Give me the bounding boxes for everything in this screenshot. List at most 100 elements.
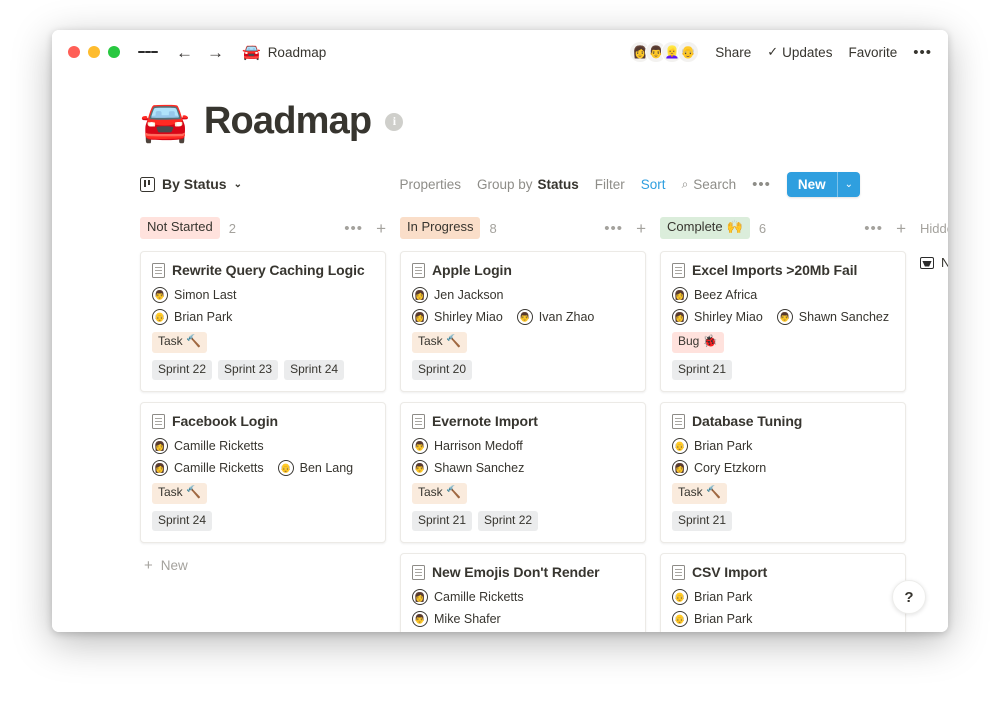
traffic-lights <box>68 46 120 58</box>
column-add-icon[interactable]: + <box>636 220 646 237</box>
card-person-row: 👴Brian Park <box>152 309 374 325</box>
board-card[interactable]: Evernote Import 👨Harrison Medoff 👨 Shawn Sa… <box>400 402 646 543</box>
properties-button[interactable]: Properties <box>399 177 461 192</box>
sort-button[interactable]: Sort <box>641 177 666 192</box>
card-title-text: Excel Imports >20Mb Fail <box>692 262 857 278</box>
hidden-column-label[interactable]: Hidden <box>920 221 948 236</box>
board-card[interactable]: Facebook Login👩Camille Ricketts👩Camille … <box>140 402 386 543</box>
person-chip[interactable]: 👴Brian Park <box>672 438 752 454</box>
column-menu-icon[interactable]: ••• <box>344 221 363 236</box>
updates-button[interactable]: ✓ Updates <box>767 44 832 60</box>
person-chip[interactable]: 👴Brian Park <box>152 309 232 325</box>
sprint-tag[interactable]: Sprint 23 <box>218 360 278 381</box>
minimize-window-button[interactable] <box>88 46 100 58</box>
card-person-row: 👴Brian Park <box>672 589 894 605</box>
status-badge-label: Complete <box>667 219 723 235</box>
person-chip[interactable]: 👩Camille Ricketts <box>152 460 264 476</box>
card-type-tags: Task 🔨 <box>412 483 634 504</box>
person-chip[interactable]: 👩Shirley Miao <box>412 309 503 325</box>
type-tag[interactable]: Task 🔨 <box>152 483 207 504</box>
person-chip[interactable]: 👨Mike Shafer <box>412 611 501 627</box>
person-chip[interactable]: 👩Beez Africa <box>672 287 757 303</box>
add-card-button[interactable]: +New <box>140 553 386 578</box>
person-chip[interactable]: 👩Jen Jackson <box>412 287 503 303</box>
share-button[interactable]: Share <box>715 45 751 60</box>
info-icon[interactable]: i <box>385 113 403 131</box>
person-chip[interactable]: 👴Brian Park <box>672 589 752 605</box>
filter-button[interactable]: Filter <box>595 177 625 192</box>
new-button-chevron-icon[interactable]: ⌄ <box>837 172 860 197</box>
person-chip[interactable]: 👩Shirley Miao <box>672 309 763 325</box>
person-chip[interactable]: 👨Shawn Sanchez <box>777 309 889 325</box>
sprint-tag[interactable]: Sprint 24 <box>152 511 212 532</box>
column-menu-icon[interactable]: ••• <box>604 221 623 236</box>
board-card[interactable]: Database Tuning👴Brian Park👩Cory EtzkornT… <box>660 402 906 543</box>
search-button[interactable]: ⌕ Search <box>682 177 737 192</box>
new-button[interactable]: New ⌄ <box>787 172 860 197</box>
back-arrow-icon[interactable]: ← <box>176 44 193 61</box>
avatar: 👨 <box>412 460 428 476</box>
help-button[interactable]: ? <box>892 580 926 614</box>
sprint-tag[interactable]: Sprint 22 <box>478 511 538 532</box>
person-name: Shirley Miao <box>434 310 503 324</box>
status-badge[interactable]: Complete🙌 <box>660 217 750 238</box>
person-chip[interactable]: 👩Cory Etzkorn <box>672 460 766 476</box>
sprint-tag[interactable]: Sprint 21 <box>412 511 472 532</box>
avatar-group[interactable]: 👩 👨 👱‍♀️ 👴 <box>629 41 699 63</box>
type-tag[interactable]: Task 🔨 <box>412 332 467 353</box>
close-window-button[interactable] <box>68 46 80 58</box>
sprint-tag[interactable]: Sprint 20 <box>412 360 472 381</box>
card-title-text: Evernote Import <box>432 413 538 429</box>
breadcrumb[interactable]: 🚘 Roadmap <box>242 45 326 60</box>
card-title-text: CSV Import <box>692 564 767 580</box>
favorite-button[interactable]: Favorite <box>848 45 897 60</box>
board-card[interactable]: Rewrite Query Caching Logic👨Simon Last👴B… <box>140 251 386 392</box>
sprint-tag[interactable]: Sprint 21 <box>672 360 732 381</box>
more-options-icon[interactable]: ••• <box>913 45 932 60</box>
group-by-button[interactable]: Group by Status <box>477 177 579 192</box>
card-person-row: 👩Shirley Miao 👨Ivan Zhao <box>412 309 634 325</box>
page-icon <box>412 414 425 429</box>
hidden-group-item[interactable]: No Status <box>920 251 948 270</box>
type-tag[interactable]: Task 🔨 <box>152 332 207 353</box>
forward-arrow-icon[interactable]: → <box>207 44 224 61</box>
sprint-tag[interactable]: Sprint 22 <box>152 360 212 381</box>
person-chip[interactable]: 👨 Shawn Sanchez <box>412 460 524 476</box>
status-badge[interactable]: In Progress <box>400 217 480 238</box>
board-card[interactable]: Apple Login👩Jen Jackson👩Shirley Miao👨Iva… <box>400 251 646 392</box>
person-chip[interactable]: 👨Simon Last <box>152 287 237 303</box>
person-name: Brian Park <box>694 590 752 604</box>
person-chip[interactable]: 👩Camille Ricketts <box>152 438 264 454</box>
search-label: Search <box>693 177 736 192</box>
card-person-row: 👩Cory Etzkorn <box>672 460 894 476</box>
person-name: Shawn Sanchez <box>434 461 524 475</box>
column-menu-icon[interactable]: ••• <box>864 221 883 236</box>
status-emoji-icon: 🙌 <box>727 219 743 235</box>
sprint-tag[interactable]: Sprint 21 <box>672 511 732 532</box>
toolbar-more-icon[interactable]: ••• <box>752 177 771 192</box>
column-add-icon[interactable]: + <box>896 220 906 237</box>
sidebar-toggle-icon[interactable] <box>138 42 158 62</box>
sprint-tag[interactable]: Sprint 24 <box>284 360 344 381</box>
type-tag[interactable]: Task 🔨 <box>672 483 727 504</box>
page-content: 🚘 Roadmap i By Status ⌄ Properties Group <box>52 74 948 632</box>
status-badge[interactable]: Not Started <box>140 217 220 238</box>
type-tag[interactable]: Bug 🐞 <box>672 332 724 353</box>
page-body: 🚘 Roadmap i By Status ⌄ Properties Group <box>52 74 948 632</box>
person-chip[interactable]: 👴Ben Lang <box>278 460 354 476</box>
board-card[interactable]: Excel Imports >20Mb Fail 👩Beez Africa 👩Shi… <box>660 251 906 392</box>
zoom-window-button[interactable] <box>108 46 120 58</box>
view-tab-by-status[interactable]: By Status ⌄ <box>140 176 242 192</box>
person-chip[interactable]: 👨Ivan Zhao <box>517 309 595 325</box>
type-tag[interactable]: Task 🔨 <box>412 483 467 504</box>
board-card[interactable]: CSV Import👴Brian Park👴Brian ParkTask 🔨 <box>660 553 906 632</box>
card-sprint-tags: Sprint 21 <box>672 511 894 532</box>
titlebar-actions: 👩 👨 👱‍♀️ 👴 Share ✓ Updates Favorite ••• <box>629 30 932 74</box>
person-chip[interactable]: 👩Camille Ricketts <box>412 589 524 605</box>
page-title-text[interactable]: Roadmap <box>204 100 372 143</box>
column-add-icon[interactable]: + <box>376 220 386 237</box>
person-name: Simon Last <box>174 288 237 302</box>
person-chip[interactable]: 👴Brian Park <box>672 611 752 627</box>
board-card[interactable]: New Emojis Don't Render👩Camille Ricketts… <box>400 553 646 632</box>
person-chip[interactable]: 👨Harrison Medoff <box>412 438 523 454</box>
